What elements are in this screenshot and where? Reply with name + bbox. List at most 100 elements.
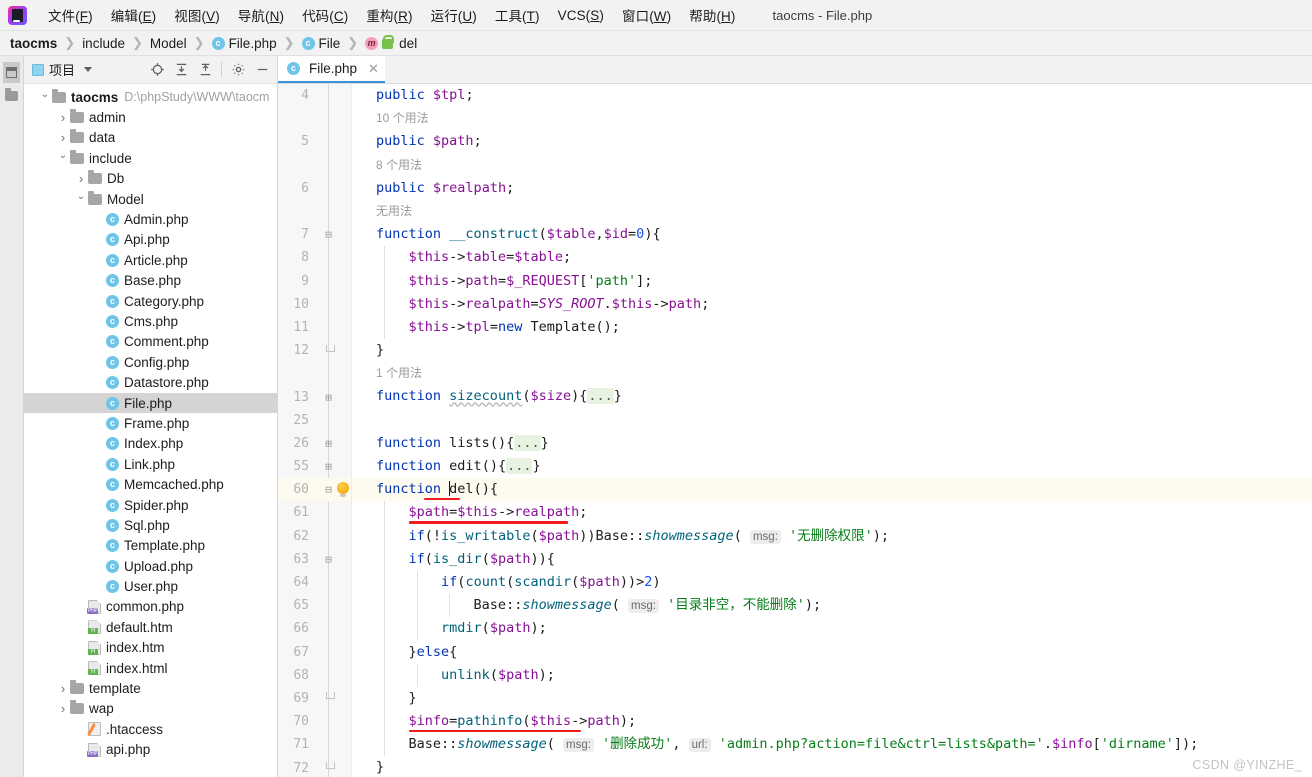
- tree-item-include[interactable]: include: [24, 148, 277, 168]
- chevron-right-icon[interactable]: [56, 110, 70, 125]
- tree-item-cms-php[interactable]: c Cms.php: [24, 311, 277, 331]
- menu-item-9[interactable]: 窗口(W): [613, 3, 680, 27]
- gutter-line-8[interactable]: 8: [278, 246, 351, 269]
- gutter-line-65[interactable]: 65: [278, 594, 351, 617]
- gutter-line-62[interactable]: 62: [278, 525, 351, 548]
- gutter-line-hint[interactable]: [278, 107, 351, 130]
- chevron-right-icon[interactable]: [56, 701, 70, 716]
- hide-panel-icon[interactable]: [251, 59, 273, 81]
- breadcrumb-item-file[interactable]: c File: [301, 36, 340, 51]
- gutter-line-55[interactable]: 55 ⊞: [278, 455, 351, 478]
- chevron-right-icon[interactable]: [56, 130, 70, 145]
- chevron-down-icon[interactable]: [56, 153, 70, 164]
- tree-item-api-php[interactable]: c Api.php: [24, 230, 277, 250]
- breadcrumb-item-include[interactable]: include: [82, 36, 125, 51]
- tree-item-template[interactable]: template: [24, 678, 277, 698]
- chevron-down-icon[interactable]: [38, 92, 52, 103]
- tree-item-db[interactable]: Db: [24, 169, 277, 189]
- usage-hint-label[interactable]: 10 个用法: [376, 111, 429, 125]
- chevron-right-icon[interactable]: [56, 681, 70, 696]
- tree-item-upload-php[interactable]: c Upload.php: [24, 556, 277, 576]
- expand-all-icon[interactable]: [170, 59, 192, 81]
- tree-item-frame-php[interactable]: c Frame.php: [24, 413, 277, 433]
- breadcrumb[interactable]: taocms ❯ include ❯ Model ❯ c File.php ❯ c File ❯ m de…: [0, 31, 1312, 56]
- fold-end-icon[interactable]: [326, 692, 335, 700]
- tree-item-article-php[interactable]: c Article.php: [24, 250, 277, 270]
- menu-item-7[interactable]: 工具(T): [486, 3, 549, 27]
- fold-end-icon[interactable]: [326, 344, 335, 352]
- project-panel-title[interactable]: 项目: [32, 60, 93, 79]
- intention-bulb-icon[interactable]: [337, 482, 349, 498]
- gutter-line-10[interactable]: 10: [278, 293, 351, 316]
- fold-expand-icon[interactable]: ⊞: [322, 460, 335, 473]
- breadcrumb-item-taocms[interactable]: taocms: [10, 36, 57, 51]
- tree-item-user-php[interactable]: c User.php: [24, 576, 277, 596]
- fold-collapse-icon[interactable]: ⊟: [322, 553, 335, 566]
- fold-collapse-icon[interactable]: ⊟: [322, 228, 335, 241]
- usage-hint-label[interactable]: 8 个用法: [376, 158, 422, 172]
- tree-item-index-php[interactable]: c Index.php: [24, 434, 277, 454]
- menu-item-5[interactable]: 重构(R): [357, 3, 421, 27]
- gutter-line-61[interactable]: 61: [278, 501, 351, 524]
- tree-item-spider-php[interactable]: c Spider.php: [24, 495, 277, 515]
- gutter-line-67[interactable]: 67: [278, 641, 351, 664]
- gutter-line-11[interactable]: 11: [278, 316, 351, 339]
- menu-item-3[interactable]: 导航(N): [229, 3, 293, 27]
- gutter-line-5[interactable]: 5: [278, 130, 351, 153]
- gutter-line-hint[interactable]: [278, 154, 351, 177]
- tab-file-php[interactable]: c File.php ✕: [278, 56, 385, 83]
- tree-item-template-php[interactable]: c Template.php: [24, 536, 277, 556]
- collapse-all-icon[interactable]: [194, 59, 216, 81]
- fold-end-icon[interactable]: [326, 762, 335, 770]
- tree-item-default-htm[interactable]: default.htm: [24, 617, 277, 637]
- left-tool-stripe[interactable]: [0, 56, 24, 777]
- breadcrumb-item-del[interactable]: m del: [365, 35, 417, 51]
- menu-item-4[interactable]: 代码(C): [293, 3, 357, 27]
- chevron-down-icon[interactable]: [84, 67, 93, 72]
- gutter-line-4[interactable]: 4: [278, 84, 351, 107]
- tree-item--htaccess[interactable]: .htaccess: [24, 719, 277, 739]
- chevron-right-icon[interactable]: [74, 171, 88, 186]
- tree-item-datastore-php[interactable]: c Datastore.php: [24, 372, 277, 392]
- menu-item-2[interactable]: 视图(V): [165, 3, 229, 27]
- code-content[interactable]: public $tpl; 10 个用法 public $path; 8 个用法 publ…: [352, 84, 1312, 777]
- tree-item-comment-php[interactable]: c Comment.php: [24, 332, 277, 352]
- locate-icon[interactable]: [146, 59, 168, 81]
- tree-item-sql-php[interactable]: c Sql.php: [24, 515, 277, 535]
- gutter-line-68[interactable]: 68: [278, 664, 351, 687]
- tree-item-index-htm[interactable]: index.htm: [24, 638, 277, 658]
- gutter-line-7[interactable]: 7 ⊟: [278, 223, 351, 246]
- settings-gear-icon[interactable]: [227, 59, 249, 81]
- usage-hint-label[interactable]: 1 个用法: [376, 366, 422, 380]
- gutter-line-70[interactable]: 70: [278, 710, 351, 733]
- usage-hint-label[interactable]: 无用法: [376, 204, 412, 218]
- tree-item-admin-php[interactable]: c Admin.php: [24, 209, 277, 229]
- menu-item-6[interactable]: 运行(U): [422, 3, 486, 27]
- tree-item-taocms[interactable]: taocms D:\phpStudy\WWW\taocm: [24, 87, 277, 107]
- gutter-line-72[interactable]: 72: [278, 756, 351, 777]
- gutter-line-26[interactable]: 26 ⊞: [278, 432, 351, 455]
- editor-gutter[interactable]: 4 5 6 7 ⊟ 8 9 10 11 12 13 ⊞ 25 26 ⊞ 55 ⊞ 60 ⊟ 61 62 63 ⊟ 64 65 66…: [278, 84, 352, 777]
- tree-item-file-php[interactable]: c File.php: [24, 392, 277, 414]
- tree-item-config-php[interactable]: c Config.php: [24, 352, 277, 372]
- tree-item-common-php[interactable]: common.php: [24, 597, 277, 617]
- code-viewport[interactable]: 4 5 6 7 ⊟ 8 9 10 11 12 13 ⊞ 25 26 ⊞ 55 ⊞ 60 ⊟ 61 62 63 ⊟ 64 65 66…: [278, 84, 1312, 777]
- stripe-tab-project[interactable]: [3, 62, 20, 83]
- gutter-line-hint[interactable]: [278, 200, 351, 223]
- gutter-line-9[interactable]: 9: [278, 270, 351, 293]
- tree-item-model[interactable]: Model: [24, 189, 277, 209]
- gutter-line-71[interactable]: 71: [278, 733, 351, 756]
- chevron-down-icon[interactable]: [74, 194, 88, 205]
- gutter-line-13[interactable]: 13 ⊞: [278, 385, 351, 408]
- menu-item-0[interactable]: 文件(F): [39, 3, 102, 27]
- tree-item-api-php[interactable]: api.php: [24, 740, 277, 760]
- close-icon[interactable]: ✕: [368, 61, 379, 77]
- menu-item-1[interactable]: 编辑(E): [102, 3, 166, 27]
- tree-item-wap[interactable]: wap: [24, 699, 277, 719]
- breadcrumb-item-model[interactable]: Model: [150, 36, 187, 51]
- structure-icon[interactable]: [5, 88, 18, 101]
- fold-expand-icon[interactable]: ⊞: [322, 391, 335, 404]
- gutter-line-64[interactable]: 64: [278, 571, 351, 594]
- tree-item-base-php[interactable]: c Base.php: [24, 271, 277, 291]
- menu-item-8[interactable]: VCS(S): [549, 6, 613, 25]
